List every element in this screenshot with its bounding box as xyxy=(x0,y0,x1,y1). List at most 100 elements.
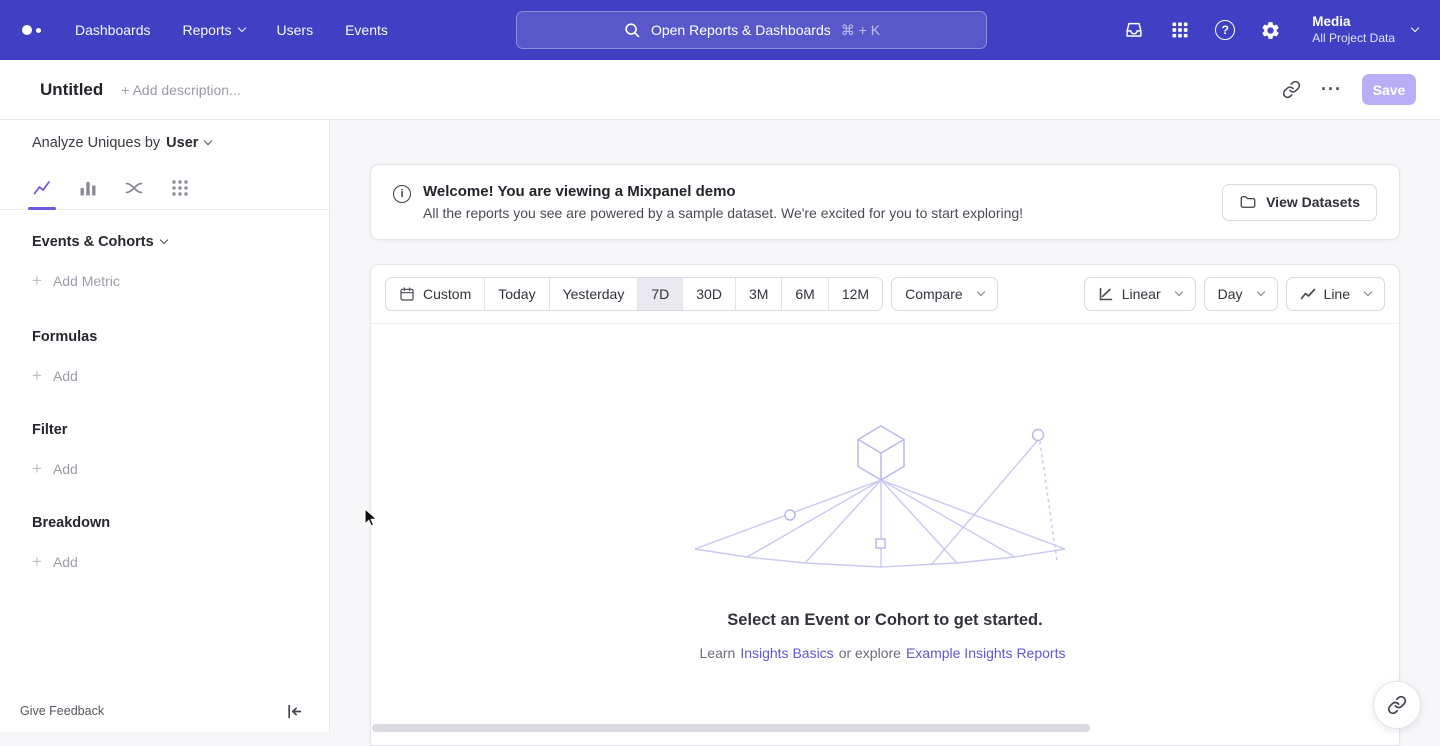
chevron-down-icon xyxy=(1256,288,1264,296)
date-range-label: 12M xyxy=(842,286,869,302)
horizontal-scrollbar[interactable] xyxy=(372,724,1090,732)
chevron-down-icon xyxy=(1411,24,1419,32)
nav-users[interactable]: Users xyxy=(277,22,314,38)
add-filter-button[interactable]: + Add xyxy=(0,460,329,477)
query-builder-sidebar: Analyze Uniques by User xyxy=(0,120,330,732)
info-glyph: i xyxy=(400,188,403,200)
nav-events[interactable]: Events xyxy=(345,22,388,38)
report-title[interactable]: Untitled xyxy=(40,80,103,100)
analyze-uniques-row: Analyze Uniques by User xyxy=(0,120,329,166)
view-datasets-label: View Datasets xyxy=(1266,194,1360,210)
add-description-field[interactable]: + Add description... xyxy=(121,82,240,98)
formulas-section-header: Formulas xyxy=(0,329,329,345)
filter-label: Filter xyxy=(32,422,67,438)
bar-chart-tab[interactable] xyxy=(78,166,98,209)
primary-nav: Dashboards Reports Users Events xyxy=(75,22,388,38)
logo-dot-large xyxy=(22,25,32,35)
calendar-icon xyxy=(399,286,415,302)
nav-dashboards-label: Dashboards xyxy=(75,22,151,38)
chart-display-controls: Linear Day Line xyxy=(1084,277,1385,311)
interval-label: Day xyxy=(1218,286,1243,302)
copy-link-icon[interactable] xyxy=(1282,80,1301,99)
more-options-icon[interactable]: ··· xyxy=(1321,79,1342,100)
date-range-30d[interactable]: 30D xyxy=(683,278,736,310)
plus-icon: + xyxy=(32,460,42,477)
view-datasets-button[interactable]: View Datasets xyxy=(1222,184,1377,221)
plus-icon: + xyxy=(32,367,42,384)
date-range-today[interactable]: Today xyxy=(485,278,549,310)
settings-gear-icon[interactable] xyxy=(1260,20,1281,41)
date-range-7d[interactable]: 7D xyxy=(638,278,683,310)
visualization-tabs xyxy=(0,166,329,210)
collapse-sidebar-icon[interactable] xyxy=(286,703,303,720)
date-range-12m[interactable]: 12M xyxy=(829,278,882,310)
date-range-yesterday[interactable]: Yesterday xyxy=(550,278,639,310)
formulas-label: Formulas xyxy=(32,329,97,345)
link-icon xyxy=(1387,695,1407,715)
plus-icon: + xyxy=(32,272,42,289)
example-insights-reports-link[interactable]: Example Insights Reports xyxy=(906,645,1066,661)
date-range-label: 7D xyxy=(651,286,669,302)
chevron-down-icon xyxy=(1364,288,1372,296)
empty-state: Select an Event or Cohort to get started… xyxy=(371,421,1399,661)
chevron-down-icon xyxy=(159,236,167,244)
search-placeholder: Open Reports & Dashboards xyxy=(651,22,831,38)
date-range-segmented-control: Custom Today Yesterday 7D 30D 3M 6M 12M xyxy=(385,277,883,311)
chart-type-label: Line xyxy=(1324,286,1350,302)
help-glyph: ? xyxy=(1222,23,1229,37)
search-shortcut: ⌘ + K xyxy=(841,22,880,39)
insights-basics-link[interactable]: Insights Basics xyxy=(740,645,833,661)
add-breakdown-label: Add xyxy=(53,554,78,570)
date-range-label: Yesterday xyxy=(563,286,625,302)
nav-reports[interactable]: Reports xyxy=(183,22,245,38)
chart-type-dropdown[interactable]: Line xyxy=(1286,277,1385,311)
logo-dot-small xyxy=(36,28,41,33)
add-metric-button[interactable]: + Add Metric xyxy=(0,272,329,289)
add-metric-label: Add Metric xyxy=(53,273,120,289)
events-cohorts-label: Events & Cohorts xyxy=(32,234,154,250)
folder-icon xyxy=(1239,193,1257,211)
project-selector[interactable]: Media All Project Data xyxy=(1312,13,1418,46)
line-chart-icon xyxy=(1300,286,1316,302)
search-icon xyxy=(623,21,641,39)
help-icon[interactable]: ? xyxy=(1215,20,1235,40)
global-search-bar[interactable]: Open Reports & Dashboards ⌘ + K xyxy=(516,11,987,49)
chart-types-grid-tab[interactable] xyxy=(170,166,190,209)
add-formula-button[interactable]: + Add xyxy=(0,367,329,384)
chevron-down-icon xyxy=(204,137,212,145)
filter-section-header: Filter xyxy=(0,422,329,438)
middle-text: or explore xyxy=(839,645,901,661)
give-feedback-link[interactable]: Give Feedback xyxy=(20,704,104,718)
scale-dropdown[interactable]: Linear xyxy=(1084,277,1196,311)
analyze-by-value: User xyxy=(166,135,198,151)
linear-scale-icon xyxy=(1098,286,1114,302)
date-range-custom[interactable]: Custom xyxy=(386,278,485,310)
plus-icon: + xyxy=(32,553,42,570)
insights-chart-card: Custom Today Yesterday 7D 30D 3M 6M 12M … xyxy=(370,264,1400,746)
nav-dashboards[interactable]: Dashboards xyxy=(75,22,151,38)
mixpanel-logo[interactable] xyxy=(22,25,41,35)
events-cohorts-section-header[interactable]: Events & Cohorts xyxy=(0,234,329,250)
save-button[interactable]: Save xyxy=(1362,74,1416,105)
date-range-6m[interactable]: 6M xyxy=(782,278,828,310)
project-name: Media xyxy=(1312,13,1395,31)
line-chart-tab[interactable] xyxy=(32,166,52,209)
apps-grid-icon[interactable] xyxy=(1170,20,1190,40)
project-environment: All Project Data xyxy=(1312,31,1395,47)
inbox-icon[interactable] xyxy=(1123,19,1145,41)
date-range-3m[interactable]: 3M xyxy=(736,278,782,310)
compare-dropdown[interactable]: Compare xyxy=(891,277,998,311)
analyze-by-dropdown[interactable]: User xyxy=(166,135,211,151)
date-range-custom-label: Custom xyxy=(423,286,471,302)
flows-chart-tab[interactable] xyxy=(124,166,144,209)
interval-dropdown[interactable]: Day xyxy=(1204,277,1278,311)
add-formula-label: Add xyxy=(53,368,78,384)
nav-events-label: Events xyxy=(345,22,388,38)
banner-title: Welcome! You are viewing a Mixpanel demo xyxy=(423,183,1023,200)
chart-controls-row: Custom Today Yesterday 7D 30D 3M 6M 12M … xyxy=(371,265,1399,324)
share-link-fab[interactable] xyxy=(1373,681,1421,729)
add-breakdown-button[interactable]: + Add xyxy=(0,553,329,570)
demo-welcome-banner: i Welcome! You are viewing a Mixpanel de… xyxy=(370,164,1400,240)
chevron-down-icon xyxy=(976,288,984,296)
empty-state-title: Select an Event or Cohort to get started… xyxy=(727,611,1042,630)
